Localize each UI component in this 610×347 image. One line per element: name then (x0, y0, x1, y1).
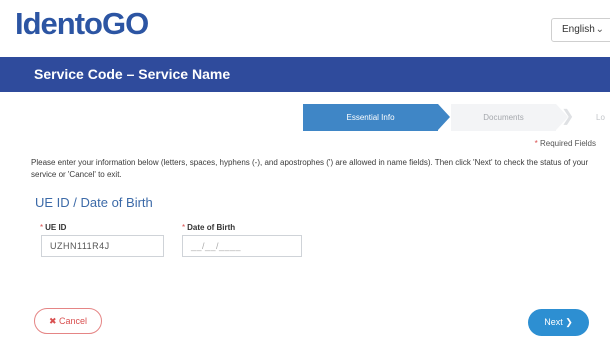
cancel-button[interactable]: ✖ Cancel (34, 308, 102, 334)
required-star: * (182, 223, 186, 232)
identogo-logo: IdentoGO (15, 6, 149, 41)
step-documents: Documents (451, 104, 556, 131)
chevron-right-icon: ❯ (565, 317, 573, 327)
dob-input[interactable]: __/__/____ (182, 235, 302, 257)
step-location: Lo (596, 113, 605, 122)
close-icon: ✖ (48, 316, 57, 326)
ue-id-label: * UE ID (40, 223, 66, 232)
language-select[interactable]: English ⌄ (551, 18, 610, 42)
language-select-value: English (562, 24, 595, 35)
required-fields-label: Required Fields (539, 139, 596, 148)
section-title: UE ID / Date of Birth (35, 195, 153, 210)
next-label: Next (544, 317, 563, 327)
page-title: Service Code – Service Name (34, 66, 231, 82)
dob-label-text: Date of Birth (187, 223, 236, 232)
progress-steps: Essential Info Documents ❯ Lo (303, 104, 610, 131)
title-bar: Service Code – Service Name (0, 57, 610, 92)
required-star: * (534, 139, 538, 148)
ue-id-input[interactable]: UZHN111R4J (41, 235, 164, 257)
next-button[interactable]: Next ❯ (528, 309, 589, 336)
step-essential-info: Essential Info (303, 104, 438, 131)
cancel-label: Cancel (59, 316, 88, 326)
ue-id-label-text: UE ID (45, 223, 67, 232)
required-star: * (40, 223, 44, 232)
step-arrow (438, 104, 450, 130)
dob-label: * Date of Birth (182, 223, 235, 232)
required-fields-note: * Required Fields (535, 139, 596, 148)
chevron-down-icon: ⌄ (595, 24, 604, 35)
instructions-text: Please enter your information below (let… (31, 158, 589, 179)
